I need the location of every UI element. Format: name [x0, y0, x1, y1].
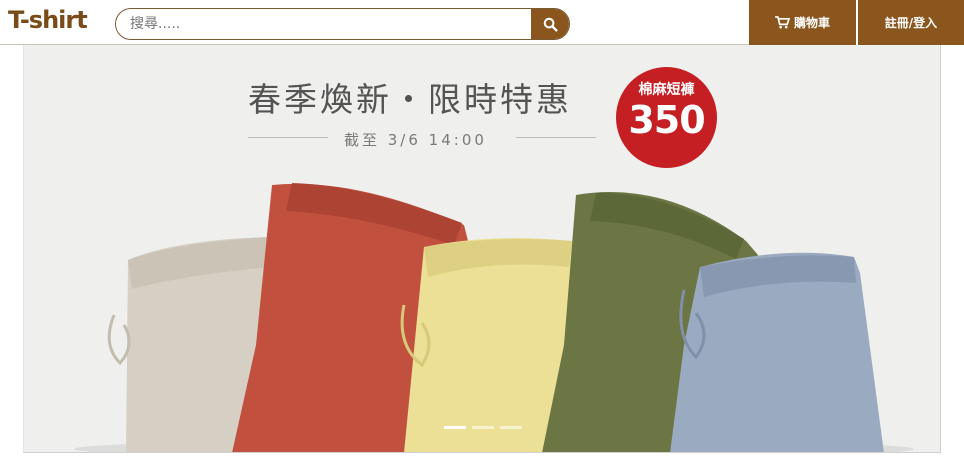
- search-icon: [543, 17, 558, 32]
- deadline-divider-left: [248, 137, 328, 138]
- promo-label: 棉麻短褲: [638, 82, 695, 98]
- carousel-dot[interactable]: [472, 426, 494, 429]
- cart-label: 購物車: [793, 16, 830, 30]
- promo-price: 350: [628, 98, 705, 142]
- promo-banner[interactable]: 春季煥新・限時特惠 截至 3/6 14:00 棉麻短褲 350: [23, 45, 941, 453]
- banner-deadline: 截至 3/6 14:00: [344, 131, 487, 149]
- login-register-button[interactable]: 註冊/登入: [858, 0, 964, 45]
- banner-title: 春季煥新・限時特惠: [248, 80, 572, 119]
- search-bar: [115, 8, 570, 40]
- cart-button[interactable]: 購物車: [749, 0, 856, 45]
- brand-logo[interactable]: T-shirt: [8, 6, 88, 34]
- shopping-cart-icon: [775, 16, 790, 29]
- promo-badge: 棉麻短褲 350: [616, 67, 717, 168]
- deadline-divider-right: [516, 137, 596, 138]
- carousel-dot[interactable]: [500, 426, 522, 429]
- carousel-indicators: [444, 426, 522, 429]
- login-register-label: 註冊/登入: [884, 16, 938, 30]
- site-header: T-shirt 購物車 註冊/登入: [0, 0, 964, 45]
- search-input[interactable]: [116, 9, 531, 39]
- carousel-dot[interactable]: [444, 426, 466, 429]
- search-button[interactable]: [531, 9, 569, 39]
